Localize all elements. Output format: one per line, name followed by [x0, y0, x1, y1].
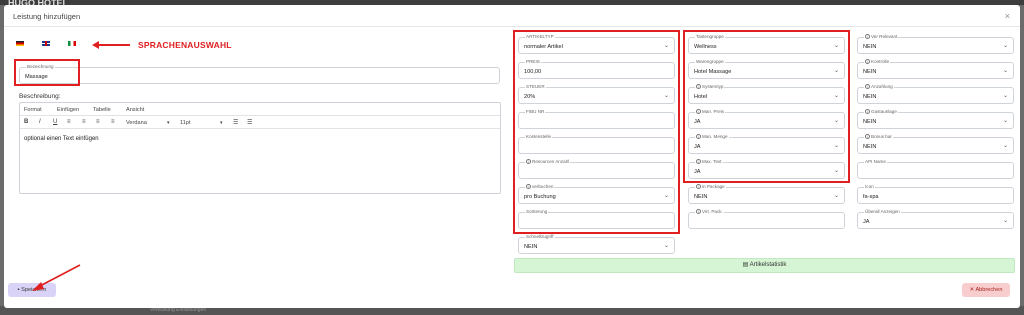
annotation-box-column2	[683, 30, 850, 183]
ueberall-anzeigen-select[interactable]: Überall Anzeigen JA ⌄	[857, 209, 1014, 229]
chevron-down-icon: ⌄	[1002, 118, 1008, 124]
schnellzugriff-value: NEIN	[524, 244, 538, 250]
info-icon: i	[865, 134, 870, 139]
gastauslage-label-text: Gastauslage	[871, 109, 897, 114]
anzahlung-select[interactable]: i Anzahlung NEIN ⌄	[857, 84, 1014, 104]
icon-input[interactable]: Icon fa-spa	[857, 184, 1014, 204]
italic-icon[interactable]: I	[39, 119, 41, 125]
kontrolle-label-text: Kontrolle	[871, 59, 890, 64]
description-editor[interactable]: Format Einfügen Tabelle Ansicht B I U ≡ …	[19, 102, 501, 194]
icon-value: fa-spa	[863, 194, 879, 200]
menu-format[interactable]: Format	[24, 107, 42, 113]
modal-title: Leistung hinzufügen	[13, 12, 81, 21]
annotation-arrow-head	[92, 41, 99, 49]
bonus-bar-select[interactable]: i Bonus bar NEIN ⌄	[857, 134, 1014, 154]
annotation-box-bezeichnung	[14, 59, 80, 86]
align-right-icon[interactable]: ≡	[96, 119, 100, 125]
close-icon: ✕	[969, 287, 975, 293]
ueberall-anzeigen-label: Überall Anzeigen	[864, 209, 901, 215]
gastauslage-select[interactable]: i Gastauslage NEIN ⌄	[857, 109, 1014, 129]
modal-header: Leistung hinzufügen ×	[4, 5, 1020, 27]
info-icon: i	[865, 84, 870, 89]
in-package-label: i in Package	[695, 184, 726, 190]
editor-content[interactable]: optional einen Text einfügen	[24, 136, 99, 142]
editor-menubar: Format Einfügen Tabelle Ansicht	[20, 103, 500, 116]
cancel-button[interactable]: ✕ Abbrechen	[962, 283, 1010, 297]
anzahlung-value: NEIN	[863, 94, 877, 100]
kontrolle-value: NEIN	[863, 69, 877, 75]
bonus-bar-value: NEIN	[863, 144, 877, 150]
flag-de-icon[interactable]	[16, 41, 24, 46]
chart-icon: ▤	[742, 262, 749, 268]
bezeichnung-input[interactable]: Bezeichnung Massage	[19, 64, 500, 84]
bullet-list-icon[interactable]: ☰	[233, 119, 238, 126]
gastauslage-label: i Gastauslage	[864, 109, 898, 115]
info-icon: i	[865, 109, 870, 114]
icon-label: Icon	[864, 184, 875, 190]
menu-einfuegen[interactable]: Einfügen	[57, 107, 79, 113]
align-center-icon[interactable]: ≡	[82, 119, 86, 125]
ver-relevant-label: i Ver Relevant	[864, 34, 899, 40]
chevron-down-icon: ⌄	[833, 193, 839, 199]
ver-relevant-label-text: Ver Relevant	[871, 34, 898, 39]
in-package-select[interactable]: i in Package NEIN ⌄	[688, 184, 845, 204]
annotation-box-column1	[513, 30, 680, 234]
gastauslage-value: NEIN	[863, 119, 877, 125]
menu-ansicht[interactable]: Ansicht	[126, 107, 144, 113]
annotation-arrow-language	[98, 44, 130, 46]
info-icon: i	[696, 184, 701, 189]
schnellzugriff-label: Schnellzugriff	[525, 234, 555, 240]
chevron-down-icon: ⌄	[1002, 68, 1008, 74]
kontrolle-select[interactable]: i Kontrolle NEIN ⌄	[857, 59, 1014, 79]
api-name-input[interactable]: API Name	[857, 159, 1014, 179]
chevron-down-icon: ⌄	[663, 243, 669, 249]
close-icon[interactable]: ×	[1005, 11, 1010, 21]
beschreibung-label: Beschreibung:	[19, 93, 61, 100]
api-name-label: API Name	[864, 159, 887, 165]
virt-pack-label: i Virt. Pack.	[695, 209, 724, 215]
chevron-down-icon: ⌄	[1002, 43, 1008, 49]
bold-icon[interactable]: B	[24, 119, 28, 125]
font-select[interactable]: Verdana	[126, 120, 147, 126]
size-select[interactable]: 11pt	[180, 120, 190, 126]
ver-relevant-select[interactable]: i Ver Relevant NEIN ⌄	[857, 34, 1014, 54]
chevron-down-icon: ⌄	[1002, 218, 1008, 224]
ueberall-anzeigen-value: JA	[863, 219, 870, 225]
underline-icon[interactable]: U	[53, 119, 57, 125]
chevron-down-icon[interactable]: ▾	[220, 120, 223, 126]
artikelstatistik-label: Artikelstatistik	[749, 262, 787, 268]
in-package-label-text: in Package	[702, 184, 725, 189]
flag-it-icon[interactable]	[68, 41, 76, 46]
info-icon: i	[696, 209, 701, 214]
annotation-language-selection: SPRACHENAUSWAHL	[138, 40, 232, 50]
align-justify-icon[interactable]: ≡	[111, 119, 115, 125]
anzahlung-label-text: Anzahlung	[871, 84, 893, 89]
kontrolle-label: i Kontrolle	[864, 59, 891, 65]
align-left-icon[interactable]: ≡	[67, 119, 71, 125]
editor-toolbar: B I U ≡ ≡ ≡ ≡ Verdana ▾ 11pt ▾ ☰ ☰	[20, 116, 500, 129]
save-icon: ▪	[17, 287, 20, 293]
info-icon: i	[865, 59, 870, 64]
virt-pack-label-text: Virt. Pack.	[702, 209, 723, 214]
anzahlung-label: i Anzahlung	[864, 84, 894, 90]
artikelstatistik-button[interactable]: ▤ Artikelstatistik	[514, 258, 1015, 273]
in-package-value: NEIN	[694, 194, 708, 200]
chevron-down-icon[interactable]: ▾	[167, 120, 170, 126]
ver-relevant-value: NEIN	[863, 44, 877, 50]
chevron-down-icon: ⌄	[1002, 93, 1008, 99]
annotation-arrow-save	[32, 264, 81, 291]
chevron-down-icon: ⌄	[1002, 143, 1008, 149]
bonus-bar-label-text: Bonus bar	[871, 134, 892, 139]
info-icon: i	[865, 34, 870, 39]
flag-gb-icon[interactable]	[42, 41, 50, 46]
menu-tabelle[interactable]: Tabelle	[93, 107, 111, 113]
bonus-bar-label: i Bonus bar	[864, 134, 893, 140]
schnellzugriff-select[interactable]: Schnellzugriff NEIN ⌄	[518, 234, 675, 254]
cancel-label: Abbrechen	[975, 287, 1003, 293]
virt-pack-input[interactable]: i Virt. Pack.	[688, 209, 845, 229]
numbered-list-icon[interactable]: ☰	[247, 119, 252, 126]
